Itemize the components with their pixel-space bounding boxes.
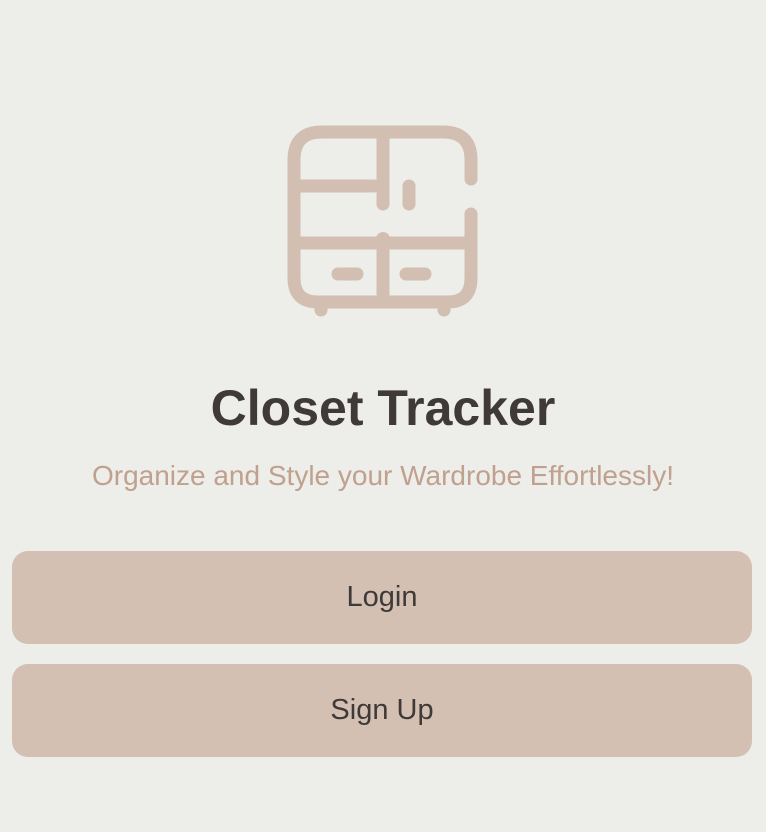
login-button[interactable]: Login — [12, 551, 752, 644]
sign-up-button[interactable]: Sign Up — [12, 664, 752, 757]
app-title: Closet Tracker — [210, 380, 556, 436]
wardrobe-icon — [282, 122, 484, 324]
app-tagline: Organize and Style your Wardrobe Effortl… — [91, 460, 675, 491]
